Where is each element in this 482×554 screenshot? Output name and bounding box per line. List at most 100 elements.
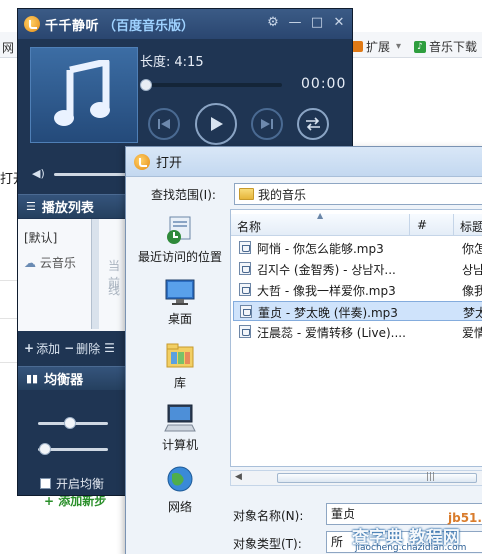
place-label: 桌面: [167, 312, 192, 326]
grip-icon: |||: [426, 472, 436, 482]
file-name: 汪晨蕊 - 爱情转移 (Live)....: [257, 326, 406, 340]
place-computer[interactable]: 计算机: [132, 403, 228, 453]
play-icon: [211, 117, 223, 131]
file-row[interactable]: 汪晨蕊 - 爱情转移 (Live).... 爱情: [233, 322, 482, 342]
equalizer-icon: ▮▮: [26, 372, 39, 385]
recent-places-icon: [164, 215, 196, 245]
playlist-scrollbar[interactable]: [91, 219, 99, 329]
player-title-bar[interactable]: 千千静听 （百度音乐版） ⚙ — □ ✕: [18, 9, 352, 39]
equalizer-panel: [18, 392, 126, 462]
play-mode-button[interactable]: [297, 108, 329, 140]
plus-icon: +: [24, 341, 35, 355]
current-time: 00:00: [301, 76, 347, 92]
place-desktop[interactable]: 桌面: [132, 277, 228, 327]
add-button[interactable]: + 添加: [24, 340, 60, 357]
equalizer-band-thumb[interactable]: [39, 443, 51, 455]
seek-bar[interactable]: [140, 79, 282, 91]
place-recent[interactable]: 最近访问的位置: [132, 215, 228, 265]
column-separator[interactable]: [409, 214, 410, 236]
enable-equalizer-label: 开启均衡: [56, 477, 105, 491]
ttplayer-logo-icon: [134, 153, 150, 170]
playlist-toolbar: + 添加 − 删除 ☰: [18, 337, 126, 359]
album-cover: [30, 47, 138, 143]
dialog-title: 打开: [156, 156, 183, 171]
browser-expand-button[interactable]: 扩展 ▾: [352, 38, 401, 55]
volume-icon[interactable]: ◀): [32, 167, 45, 180]
music-download-icon: ♪: [414, 40, 426, 53]
minimize-icon[interactable]: —: [288, 16, 302, 30]
file-row[interactable]: 阿悄 - 你怎么能够.mp3 你怎: [233, 238, 482, 258]
mp3-file-icon: [239, 283, 251, 296]
file-name: 大哲 - 像我一样爱你.mp3: [257, 284, 396, 298]
equalizer-band-slider[interactable]: [38, 443, 108, 455]
checkbox-box[interactable]: [40, 478, 51, 489]
next-icon: [261, 119, 273, 129]
duration-value: 4:15: [174, 55, 204, 70]
browser-left-label: 网: [2, 41, 15, 55]
column-number[interactable]: #: [417, 218, 427, 232]
place-label: 网络: [167, 500, 192, 514]
file-title: 梦太: [463, 306, 482, 320]
music-download-button[interactable]: ♪ 音乐下载: [414, 38, 477, 55]
volume-slider[interactable]: [54, 173, 134, 176]
place-network[interactable]: 网络: [132, 465, 228, 515]
file-title: 상남: [462, 263, 482, 277]
close-icon[interactable]: ✕: [332, 16, 346, 30]
file-name: 阿悄 - 你怎么能够.mp3: [257, 242, 384, 256]
play-mode-icon: [306, 117, 320, 131]
libraries-icon: [164, 341, 196, 371]
ttplayer-logo-icon: [24, 16, 40, 32]
chevron-down-icon: ▾: [396, 41, 402, 52]
music-note-icon: [54, 60, 110, 126]
settings-gear-icon[interactable]: ⚙: [266, 16, 280, 30]
look-in-value: 我的音乐: [258, 187, 307, 202]
seek-thumb[interactable]: [140, 79, 152, 91]
file-row[interactable]: 大哲 - 像我一样爱你.mp3 像我: [233, 280, 482, 300]
next-track-button[interactable]: [251, 108, 283, 140]
play-button[interactable]: [195, 103, 237, 145]
cloud-music-label: 云音乐: [39, 256, 76, 270]
column-name[interactable]: 名称: [237, 218, 261, 235]
open-file-dialog: 打开 查找范围(I): 我的音乐 最近访问的位置 桌面 库 计算机 网络 名称 …: [125, 146, 482, 554]
playlist-item-default[interactable]: [默认]: [24, 229, 57, 246]
delete-button[interactable]: − 删除: [64, 340, 100, 357]
list-menu-icon[interactable]: ☰: [104, 341, 115, 355]
place-label: 库: [173, 376, 186, 390]
cloud-icon: ☁: [24, 256, 36, 270]
file-row[interactable]: 董贞 - 梦太晚 (伴奏).mp3 梦太: [233, 301, 482, 321]
column-separator[interactable]: [453, 214, 454, 236]
look-in-label: 查找范围(I):: [151, 188, 216, 202]
previous-track-button[interactable]: [148, 108, 180, 140]
dialog-title-bar[interactable]: 打开: [126, 147, 482, 177]
maximize-icon[interactable]: □: [310, 16, 324, 30]
playlist-title: 播放列表: [41, 201, 94, 216]
mp3-file-icon: [239, 241, 251, 254]
music-download-label: 音乐下载: [429, 40, 478, 54]
mp3-file-icon: [239, 325, 251, 338]
playlist-item-cloud[interactable]: ☁ 云音乐: [24, 254, 76, 271]
folder-icon: [239, 188, 254, 200]
scroll-left-icon[interactable]: ◀: [235, 472, 242, 482]
previous-icon: [158, 119, 170, 129]
mp3-file-icon: [240, 305, 252, 318]
scrollbar-thumb[interactable]: |||: [277, 472, 477, 483]
place-label: 计算机: [161, 438, 198, 452]
file-list-header: 名称 ▲ # 标题: [231, 211, 482, 236]
network-icon: [164, 465, 196, 495]
look-in-dropdown[interactable]: 我的音乐: [234, 183, 482, 205]
equalizer-header[interactable]: ▮▮ 均衡器: [18, 366, 126, 390]
enable-equalizer-checkbox[interactable]: 开启均衡: [40, 475, 104, 492]
playlist-header[interactable]: ☰ 播放列表: [18, 194, 126, 218]
file-title: 你怎: [462, 242, 482, 256]
equalizer-band-thumb[interactable]: [63, 417, 76, 429]
file-list-horizontal-scrollbar[interactable]: ◀ |||: [230, 470, 482, 486]
file-name: 董贞 - 梦太晚 (伴奏).mp3: [258, 306, 398, 320]
file-row[interactable]: 김지수 (金智秀) - 상남자... 상남: [233, 259, 482, 279]
column-title[interactable]: 标题: [460, 218, 482, 235]
filename-label: 对象名称(N):: [233, 509, 304, 523]
extension-icon: [352, 41, 363, 52]
sort-ascending-icon: ▲: [317, 211, 324, 220]
equalizer-band-slider[interactable]: [38, 417, 108, 429]
file-name: 김지수 (金智秀) - 상남자...: [257, 263, 396, 277]
place-libraries[interactable]: 库: [132, 341, 228, 391]
